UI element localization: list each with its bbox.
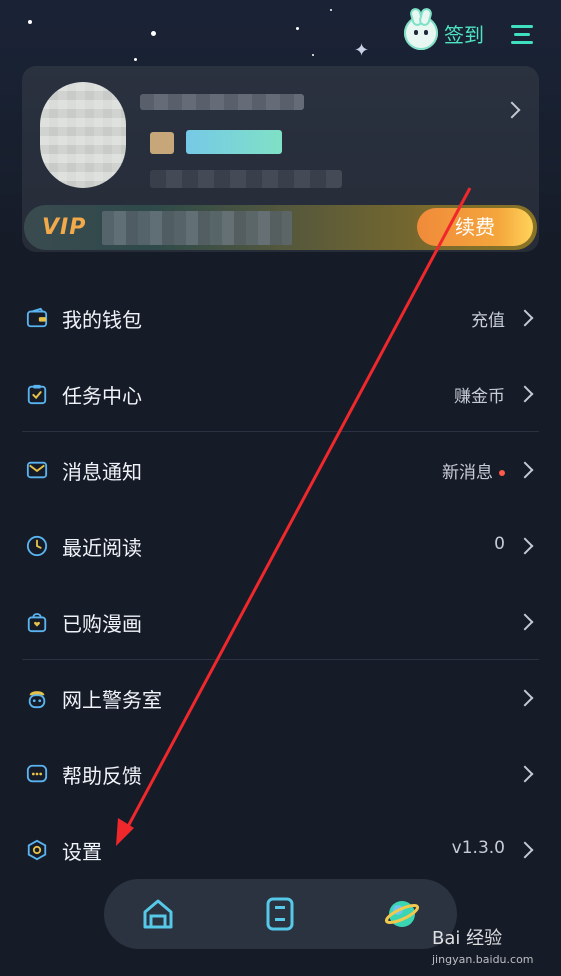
bottom-nav: [104, 879, 457, 949]
menu-item-label: 我的钱包: [62, 308, 142, 332]
chevron-right-icon[interactable]: [503, 101, 521, 119]
shopping-bag-icon: [27, 613, 47, 633]
vip-info-blurred: [102, 211, 292, 245]
police-icon: [28, 691, 46, 709]
wallet-icon: [26, 307, 48, 328]
level-bar-blurred: [186, 130, 282, 154]
bookshelf-icon[interactable]: [262, 896, 298, 932]
avatar[interactable]: [40, 82, 126, 188]
menu-lines-icon[interactable]: [508, 22, 536, 48]
menu-item-wallet[interactable]: 我的钱包 充值: [22, 280, 539, 356]
profile-card[interactable]: VIP 续费: [22, 66, 539, 252]
menu-item-settings[interactable]: 设置 v1.3.0: [22, 812, 539, 888]
menu-item-value: 新消息: [442, 463, 493, 483]
level-badge-blurred: [150, 132, 174, 154]
menu-item-label: 任务中心: [62, 384, 142, 408]
chevron-right-icon: [516, 613, 534, 631]
baidu-watermark: Bai 经验: [432, 928, 503, 949]
menu-item-value: 赚金币: [454, 387, 505, 407]
star-decoration: [151, 31, 156, 36]
menu-item-value-with-badge: 新消息: [442, 458, 505, 483]
username-blurred: [140, 94, 304, 110]
clock-icon: [26, 535, 48, 557]
star-decoration: [134, 58, 137, 61]
notification-dot: [499, 470, 505, 476]
star-decoration: [296, 27, 299, 30]
menu-item-value: 0: [494, 534, 505, 554]
chevron-right-icon: [516, 385, 534, 403]
star-decoration: [330, 9, 332, 11]
vip-label: VIP: [42, 215, 87, 240]
checkin-label: 签到: [444, 22, 484, 47]
menu-item-tasks[interactable]: 任务中心 赚金币: [22, 356, 539, 432]
menu-item-label: 设置: [62, 840, 102, 864]
menu-item-help-feedback[interactable]: 帮助反馈: [22, 736, 539, 812]
chevron-right-icon: [516, 765, 534, 783]
baidu-watermark-url: jingyan.baidu.com: [432, 953, 534, 966]
menu-item-messages[interactable]: 消息通知 新消息: [22, 432, 539, 508]
task-icon: [27, 384, 47, 405]
menu-item-label: 已购漫画: [62, 612, 142, 636]
vip-bar[interactable]: VIP 续费: [24, 205, 537, 250]
menu-item-label: 最近阅读: [62, 536, 142, 560]
user-info-blurred: [150, 170, 342, 188]
home-icon[interactable]: [140, 896, 176, 932]
chevron-right-icon: [516, 689, 534, 707]
sparkle-decoration: ✦: [354, 40, 370, 61]
menu-item-police-office[interactable]: 网上警务室: [22, 660, 539, 736]
chat-bubble-icon: [26, 764, 48, 783]
planet-icon[interactable]: [384, 896, 420, 932]
renew-button[interactable]: 续费: [417, 208, 533, 246]
chevron-right-icon: [516, 537, 534, 555]
menu-item-label: 网上警务室: [62, 688, 162, 712]
chevron-right-icon: [516, 309, 534, 327]
menu-item-label: 帮助反馈: [62, 764, 142, 788]
menu-item-value: v1.3.0: [451, 838, 505, 858]
chevron-right-icon: [516, 461, 534, 479]
checkin-button[interactable]: 签到: [404, 6, 484, 50]
menu-item-label: 消息通知: [62, 460, 142, 484]
star-decoration: [28, 20, 32, 24]
settings-hexagon-icon: [27, 839, 47, 861]
menu-item-recent-reading[interactable]: 最近阅读 0: [22, 508, 539, 584]
menu-item-value: 充值: [471, 311, 505, 331]
star-decoration: [312, 54, 314, 56]
chevron-right-icon: [516, 841, 534, 859]
bunny-icon: [404, 6, 438, 50]
mail-icon: [26, 461, 48, 479]
menu-item-purchased-comics[interactable]: 已购漫画: [22, 584, 539, 660]
